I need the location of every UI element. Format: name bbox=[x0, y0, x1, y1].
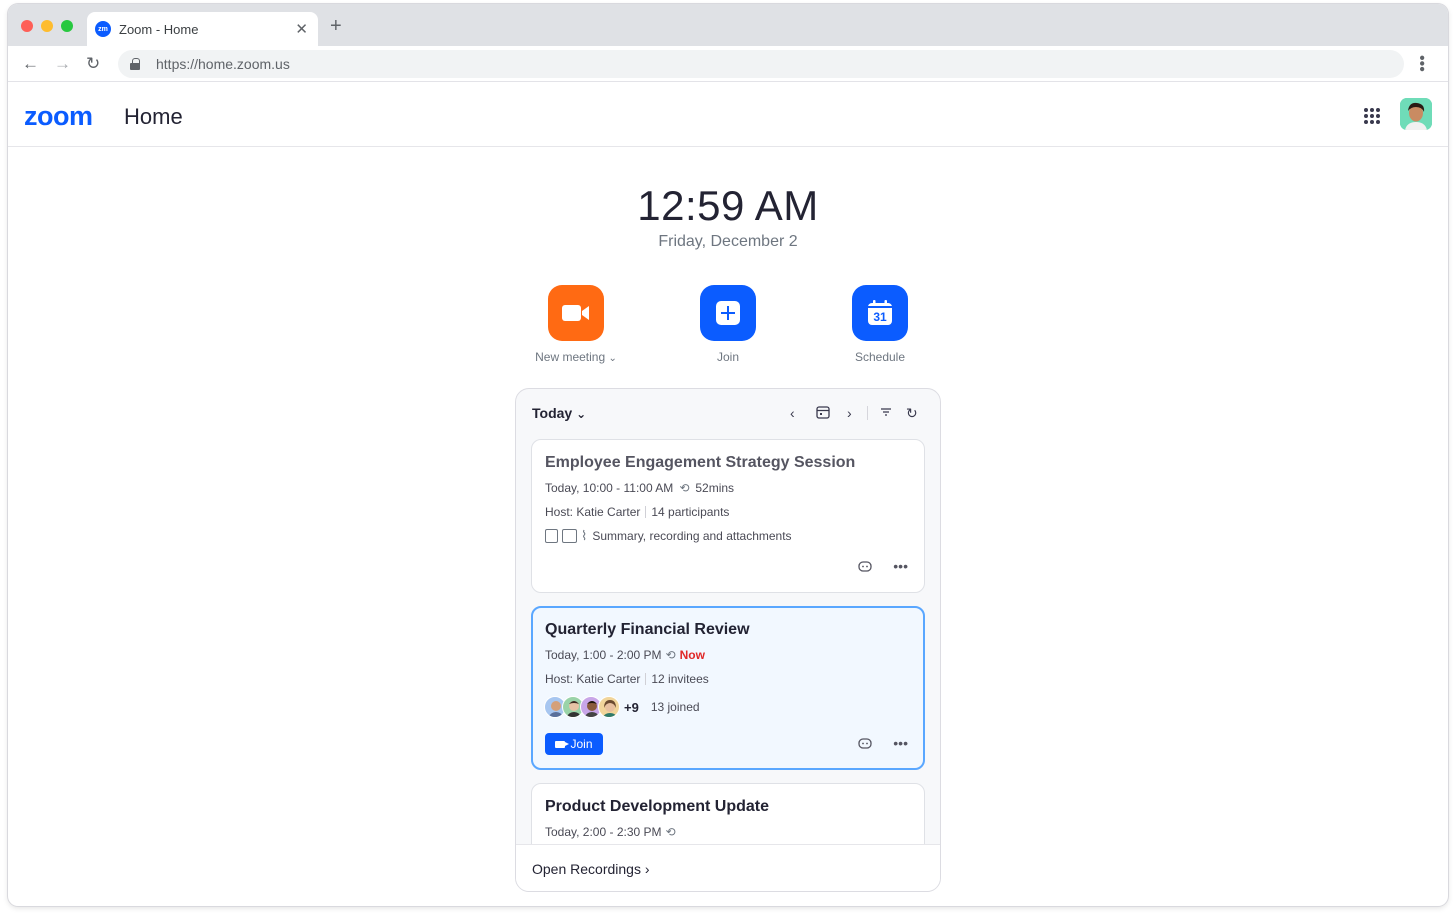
meeting-title: Product Development Update bbox=[545, 798, 770, 815]
url-text: https://home.zoom.us bbox=[156, 56, 290, 72]
meeting-title: Employee Engagement Strategy Session bbox=[545, 454, 856, 471]
recurring-icon: ⟲ bbox=[665, 648, 676, 662]
browser-menu-icon[interactable]: ••• bbox=[1412, 55, 1430, 72]
new-meeting-button[interactable]: New meeting ⌄ bbox=[516, 285, 636, 364]
video-camera-icon bbox=[548, 285, 604, 341]
meeting-card-active[interactable]: Quarterly Financial Review Today, 1:00 -… bbox=[531, 606, 925, 770]
meeting-attendance: 12 invitees bbox=[651, 672, 709, 686]
video-camera-icon bbox=[555, 740, 570, 748]
now-badge: Now bbox=[679, 648, 705, 662]
current-date: Friday, December 2 bbox=[658, 233, 798, 250]
summary-doc-icon bbox=[545, 529, 558, 543]
tab-title: Zoom - Home bbox=[119, 21, 199, 37]
calendar-picker-icon[interactable] bbox=[816, 405, 830, 422]
zoom-logo[interactable]: zoom bbox=[24, 101, 93, 132]
minimize-window-button[interactable] bbox=[41, 20, 53, 32]
app-header: zoom Home bbox=[8, 83, 1448, 147]
new-meeting-label: New meeting bbox=[535, 350, 606, 364]
schedule-label: Schedule bbox=[854, 350, 906, 364]
forward-arrow-icon[interactable]: → bbox=[54, 54, 71, 74]
chevron-down-icon: ⌄ bbox=[576, 407, 587, 421]
chevron-right-icon: › bbox=[644, 861, 650, 877]
attachments-label[interactable]: Summary, recording and attachments bbox=[592, 529, 791, 543]
browser-toolbar: ← → ↻ https://home.zoom.us ••• bbox=[8, 46, 1448, 82]
panel-footer: Open Recordings › bbox=[516, 844, 940, 891]
back-arrow-icon[interactable]: ← bbox=[22, 54, 39, 74]
zoom-favicon-icon: zm bbox=[95, 21, 111, 37]
open-recordings-link[interactable]: Open Recordings › bbox=[532, 861, 650, 877]
recurring-icon: ⟲ bbox=[665, 825, 676, 839]
more-participants-count: +9 bbox=[624, 699, 639, 715]
previous-day-icon[interactable]: ‹ bbox=[790, 405, 795, 421]
day-selector-label: Today bbox=[532, 405, 573, 421]
next-day-icon[interactable]: › bbox=[847, 405, 852, 421]
recurring-icon: ⟲ bbox=[679, 481, 690, 495]
chevron-down-icon: ⌄ bbox=[608, 353, 617, 364]
browser-tab[interactable]: zm Zoom - Home ✕ bbox=[87, 12, 318, 46]
more-options-icon[interactable]: ••• bbox=[893, 558, 908, 574]
join-button[interactable]: Join bbox=[668, 285, 788, 364]
meeting-title: Quarterly Financial Review bbox=[545, 621, 750, 638]
apps-grid-icon[interactable] bbox=[1364, 108, 1380, 124]
plus-icon bbox=[700, 285, 756, 341]
page-title: Home bbox=[124, 104, 183, 129]
current-time: 12:59 AM bbox=[637, 182, 819, 229]
meeting-card[interactable]: Employee Engagement Strategy Session Tod… bbox=[531, 439, 925, 593]
meetings-panel: Today ⌄ ‹ › ↻ Employee Engagement Strate… bbox=[515, 388, 941, 892]
calendar-icon: 31 bbox=[852, 285, 908, 341]
join-label: Join bbox=[716, 350, 739, 364]
meeting-duration: 52mins bbox=[695, 481, 735, 495]
meeting-time: Today, 1:00 - 2:00 PM bbox=[545, 648, 662, 662]
meeting-host: Host: Katie Carter bbox=[545, 505, 641, 519]
close-tab-icon[interactable]: ✕ bbox=[295, 20, 308, 38]
lock-icon bbox=[130, 58, 140, 70]
recording-icon bbox=[562, 529, 577, 543]
address-bar[interactable]: https://home.zoom.us bbox=[118, 50, 1404, 78]
attachment-icon: ⌇ bbox=[581, 528, 588, 543]
participant-avatar bbox=[598, 696, 620, 718]
day-selector[interactable]: Today ⌄ bbox=[532, 405, 586, 421]
new-tab-icon[interactable]: + bbox=[330, 16, 342, 36]
join-meeting-button[interactable]: Join bbox=[545, 733, 603, 755]
meeting-host: Host: Katie Carter bbox=[545, 672, 641, 686]
chat-icon[interactable] bbox=[858, 560, 872, 577]
joined-count: 13 joined bbox=[650, 700, 700, 714]
maximize-window-button[interactable] bbox=[61, 20, 73, 32]
tab-strip: zm Zoom - Home ✕ + bbox=[8, 4, 1448, 46]
browser-window: zm Zoom - Home ✕ + ← → ↻ https://home.zo… bbox=[8, 4, 1448, 906]
toolbar-divider bbox=[867, 406, 868, 420]
avatar[interactable] bbox=[1400, 98, 1432, 130]
refresh-icon[interactable]: ↻ bbox=[906, 405, 918, 421]
more-options-icon[interactable]: ••• bbox=[893, 735, 908, 751]
reload-icon[interactable]: ↻ bbox=[86, 54, 100, 74]
meeting-attendance: 14 participants bbox=[651, 505, 730, 519]
schedule-button[interactable]: 31 Schedule bbox=[820, 285, 940, 364]
join-button-label: Join bbox=[570, 737, 593, 751]
meeting-time: Today, 10:00 - 11:00 AM bbox=[545, 481, 674, 495]
filter-icon[interactable] bbox=[880, 405, 892, 421]
open-recordings-label: Open Recordings bbox=[532, 861, 641, 877]
calendar-day-number: 31 bbox=[873, 310, 887, 324]
close-window-button[interactable] bbox=[21, 20, 33, 32]
meeting-time: Today, 2:00 - 2:30 PM bbox=[545, 825, 662, 839]
chat-icon[interactable] bbox=[858, 737, 872, 754]
